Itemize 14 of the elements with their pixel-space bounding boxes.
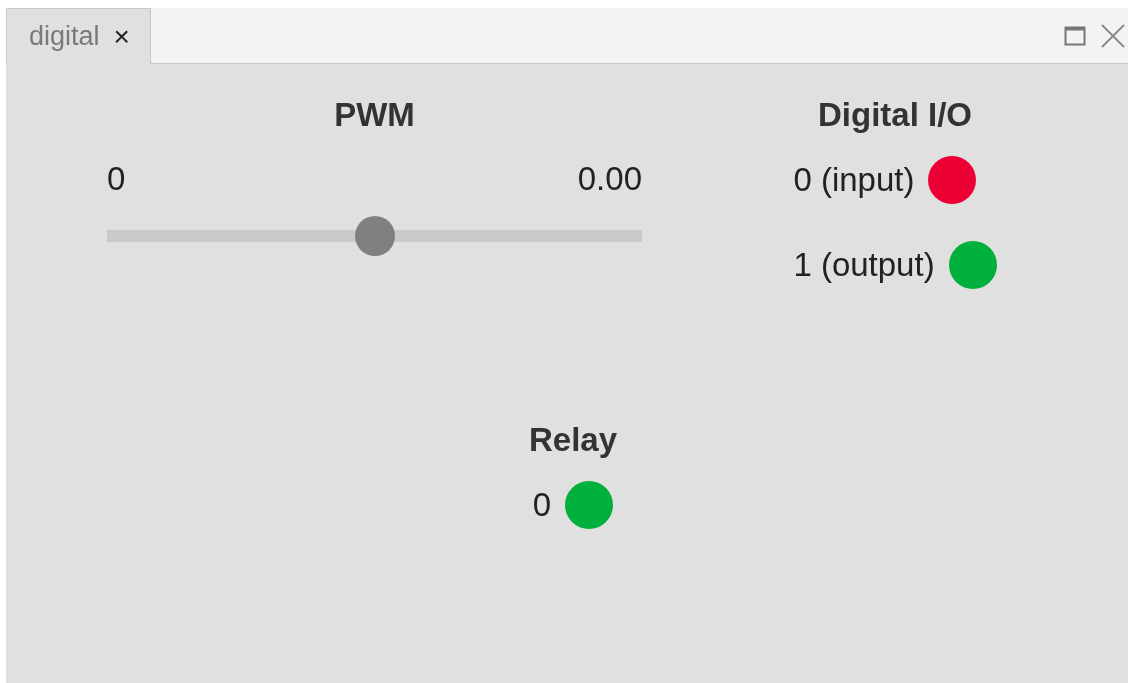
indicator-label: 1 (output) — [793, 246, 935, 284]
tab[interactable]: digital × — [6, 8, 151, 64]
section-title: Digital I/O — [818, 96, 972, 134]
tab-close-icon[interactable]: × — [113, 20, 130, 53]
indicator-label: 0 (input) — [793, 161, 915, 199]
slider-min-label: 0 — [107, 160, 126, 198]
close-icon[interactable] — [1100, 22, 1126, 49]
section-title: Relay — [528, 421, 618, 459]
slider-value: 0.00 — [577, 160, 642, 198]
slider[interactable] — [107, 216, 642, 256]
maximize-icon[interactable] — [1064, 25, 1086, 46]
indicator-label: 0 — [532, 486, 552, 524]
section-title: PWM — [333, 96, 416, 134]
slider-thumb[interactable] — [354, 216, 395, 256]
